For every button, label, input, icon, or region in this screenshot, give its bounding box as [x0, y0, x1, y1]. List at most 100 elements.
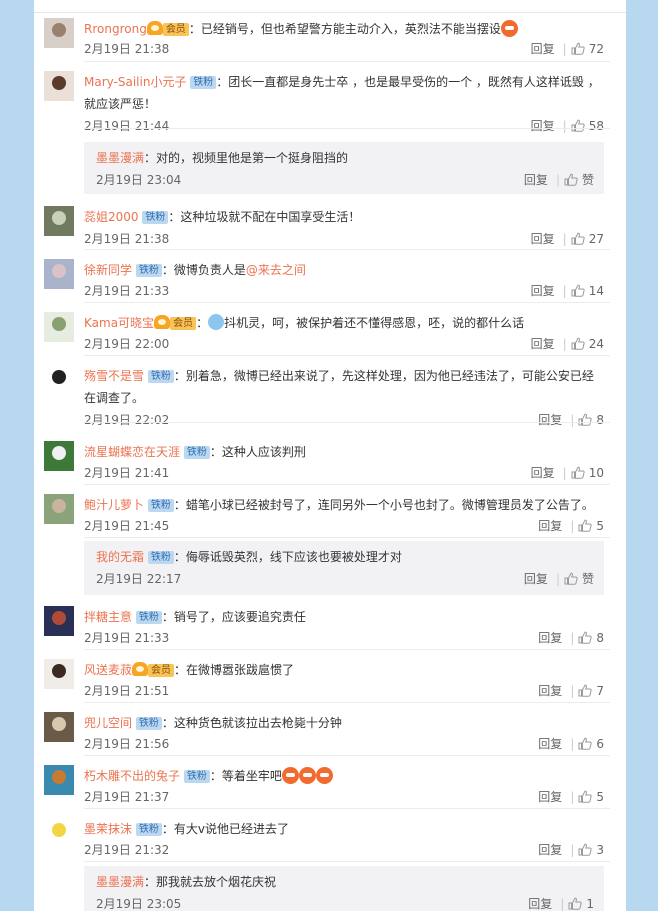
username-link[interactable]: 墨茉抹沫 — [84, 822, 132, 836]
reply-button[interactable]: 回复 — [538, 790, 562, 804]
reply-button[interactable]: 回复 — [538, 631, 562, 645]
comment-item: 风送麦菽 会员 ：在微博嚣张跋扈惯了 2月19日 21:51 回复 | 7 — [44, 659, 610, 703]
divider: | — [570, 790, 575, 804]
reply-button[interactable]: 回复 — [531, 42, 555, 56]
avatar[interactable] — [44, 818, 74, 848]
comment-text: ：这种人应该判刑 — [209, 445, 306, 459]
username-link[interactable]: Mary-Sailin小元子 — [84, 75, 186, 89]
like-button[interactable]: 58 — [571, 119, 604, 133]
thumb-up-icon — [578, 684, 593, 697]
divider: | — [562, 42, 567, 56]
avatar[interactable] — [44, 312, 74, 342]
like-button[interactable]: 7 — [578, 684, 604, 698]
comment-item: 拌糖主意 铁粉 ：销号了，应该要追究责任 2月19日 21:33 回复 | 8 — [44, 606, 610, 650]
top-divider — [34, 12, 626, 13]
like-button[interactable]: 72 — [571, 42, 604, 56]
like-button[interactable]: 24 — [571, 337, 604, 351]
reply-button[interactable]: 回复 — [524, 173, 548, 187]
reply-text: ：侮辱诋毁英烈，线下应该也要被处理才对 — [173, 550, 402, 564]
like-button[interactable]: 1 — [568, 897, 594, 911]
like-count: 3 — [596, 843, 604, 857]
username-link[interactable]: 殇雪不是雪 — [84, 369, 144, 383]
like-button[interactable]: 8 — [578, 631, 604, 645]
username-link[interactable]: 鲍汁儿萝卜 — [84, 498, 144, 512]
avatar[interactable] — [44, 494, 74, 524]
thumb-up-icon — [578, 737, 593, 750]
username-link[interactable]: 朽木雕不出的兔子 — [84, 769, 180, 783]
username-link[interactable]: 墨墨漫满 — [96, 151, 144, 165]
like-button[interactable]: 5 — [578, 519, 604, 533]
thumb-up-icon — [571, 337, 585, 350]
vip-crown-icon — [154, 315, 171, 329]
comment-text: ：在微博嚣张跋扈惯了 — [174, 663, 295, 677]
like-button[interactable]: 赞 — [564, 173, 594, 187]
comment-text: ：蜡笔小球已经被封号了，连同另外一个小号也封了。微博管理员发了公告了。 — [173, 498, 594, 512]
username-link[interactable]: 风送麦菽 — [84, 663, 132, 677]
like-count: 5 — [596, 519, 604, 533]
like-count: 赞 — [581, 572, 594, 586]
reply-button[interactable]: 回复 — [538, 519, 562, 533]
username-link[interactable]: Kama可晓宝 — [84, 316, 154, 330]
username-link[interactable]: 我的无霜 — [96, 550, 144, 564]
avatar[interactable] — [44, 71, 74, 101]
reply-button[interactable]: 回复 — [538, 737, 562, 751]
comment-time: 2月19日 21:38 — [84, 232, 170, 246]
avatar[interactable] — [44, 259, 74, 289]
username-link[interactable]: Rrongrong — [84, 22, 147, 36]
reply-button[interactable]: 回复 — [531, 284, 555, 298]
divider: | — [555, 572, 560, 586]
reply-time: 2月19日 23:05 — [96, 897, 182, 911]
username-link[interactable]: 墨墨漫满 — [96, 875, 144, 889]
username-link[interactable]: 兜儿空间 — [84, 716, 132, 730]
vip-crown-icon — [146, 21, 163, 35]
like-count: 1 — [586, 897, 594, 911]
like-button[interactable]: 5 — [578, 790, 604, 804]
reply-button[interactable]: 回复 — [538, 843, 562, 857]
divider: | — [570, 413, 575, 427]
comment-time: 2月19日 21:41 — [84, 466, 170, 480]
like-button[interactable]: 27 — [571, 232, 604, 246]
like-button[interactable]: 赞 — [564, 572, 594, 586]
comment-text: ：已经销号，但也希望警方能主动介入，英烈法不能当摆设 — [188, 22, 501, 36]
avatar[interactable] — [44, 365, 74, 395]
mention-link[interactable]: @来去之间 — [246, 263, 306, 277]
divider: | — [562, 119, 567, 133]
avatar[interactable] — [44, 765, 74, 795]
like-button[interactable]: 10 — [571, 466, 604, 480]
avatar[interactable] — [44, 659, 74, 689]
avatar[interactable] — [44, 18, 74, 48]
avatar[interactable] — [44, 606, 74, 636]
divider: | — [570, 631, 575, 645]
comment-time: 2月19日 21:51 — [84, 684, 170, 698]
like-button[interactable]: 8 — [578, 413, 604, 427]
username-link[interactable]: 徐新同学 — [84, 263, 132, 277]
divider: | — [570, 684, 575, 698]
like-button[interactable]: 3 — [578, 843, 604, 857]
comment-time: 2月19日 21:37 — [84, 790, 170, 804]
reply-button[interactable]: 回复 — [531, 232, 555, 246]
username-link[interactable]: 流星蝴蝶恋在天涯 — [84, 445, 180, 459]
divider: | — [562, 232, 567, 246]
username-link[interactable]: 蕊姐2000 — [84, 210, 139, 224]
avatar[interactable] — [44, 206, 74, 236]
like-button[interactable]: 6 — [578, 737, 604, 751]
reply-button[interactable]: 回复 — [524, 572, 548, 586]
thumb-up-icon — [578, 790, 593, 803]
fan-badge: 铁粉 — [147, 499, 174, 512]
comment-time: 2月19日 21:38 — [84, 42, 170, 56]
comment-time: 2月19日 21:44 — [84, 119, 170, 133]
username-link[interactable]: 拌糖主意 — [84, 610, 132, 624]
reply-button[interactable]: 回复 — [531, 119, 555, 133]
like-count: 6 — [596, 737, 604, 751]
emoji-icon — [298, 767, 316, 784]
reply-button[interactable]: 回复 — [531, 337, 555, 351]
reply-button[interactable]: 回复 — [528, 897, 552, 911]
comment-time: 2月19日 22:00 — [84, 337, 170, 351]
reply-button[interactable]: 回复 — [538, 684, 562, 698]
comment-time: 2月19日 21:56 — [84, 737, 170, 751]
reply-button[interactable]: 回复 — [538, 413, 562, 427]
like-button[interactable]: 14 — [571, 284, 604, 298]
avatar[interactable] — [44, 712, 74, 742]
avatar[interactable] — [44, 441, 74, 471]
reply-button[interactable]: 回复 — [531, 466, 555, 480]
